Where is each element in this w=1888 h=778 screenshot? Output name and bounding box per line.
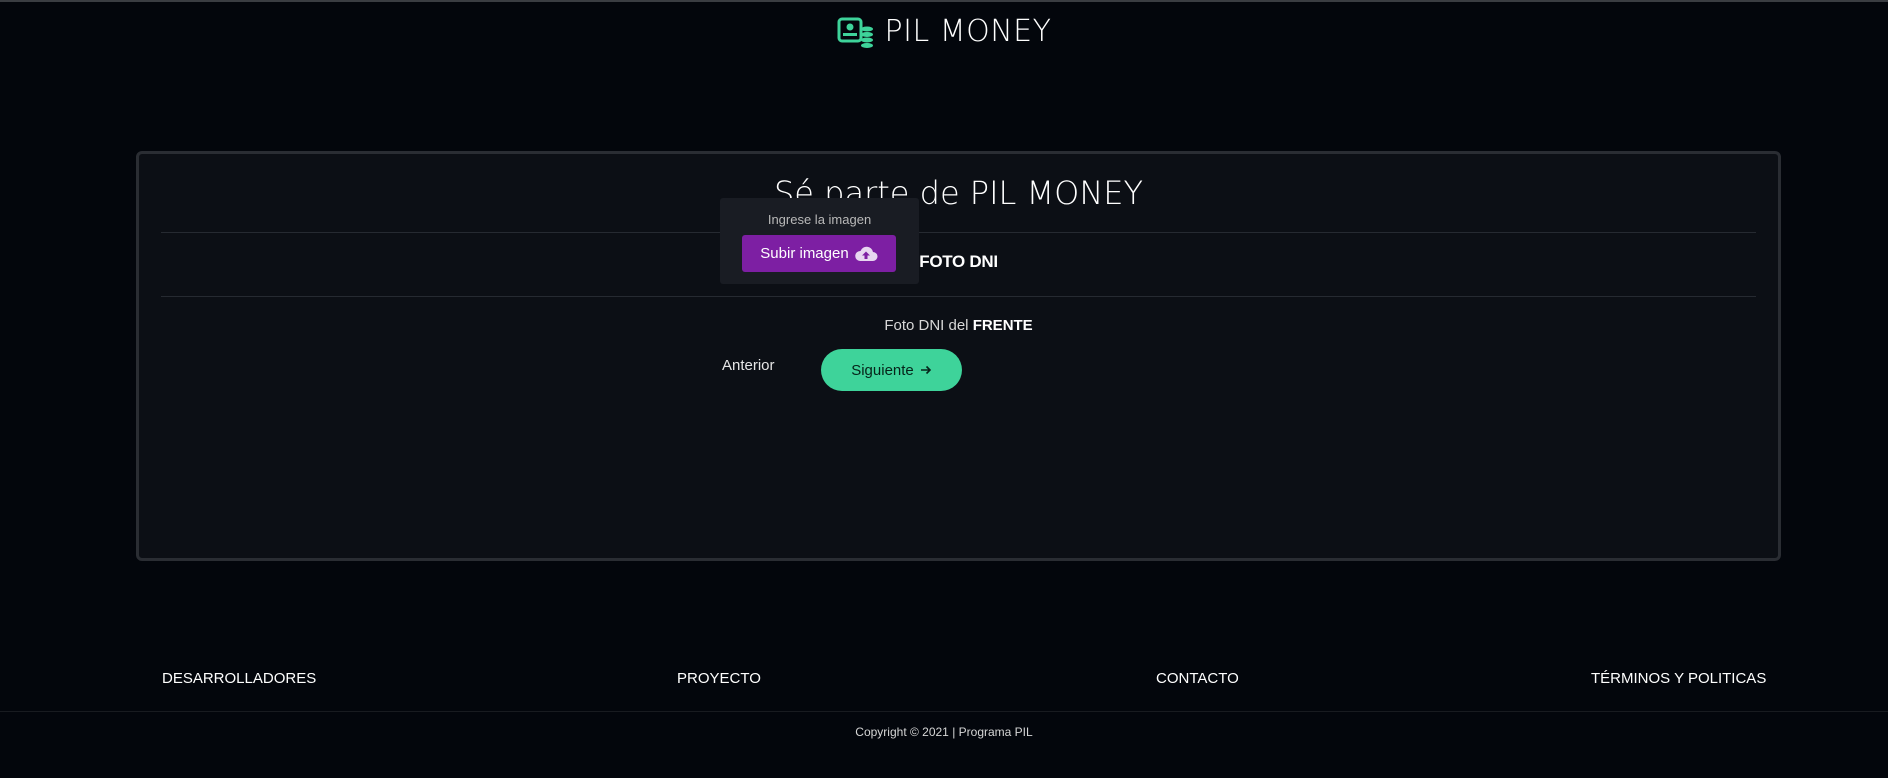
form-title: Sé parte de PIL MONEY: [773, 174, 1144, 212]
footer-divider: [0, 711, 1888, 712]
brand-name: PIL MONEY: [884, 14, 1052, 49]
footer-nav: DESARROLLADORES PROYECTO CONTACTO TÉRMIN…: [0, 670, 1888, 690]
cloud-upload-icon: [854, 246, 878, 261]
arrow-right-icon: [920, 365, 931, 375]
footer-link-developers[interactable]: DESARROLLADORES: [162, 670, 316, 687]
field-label: Foto DNI del FRENTE: [139, 317, 1778, 334]
title-divider: [161, 232, 1756, 233]
top-border: [0, 0, 1888, 2]
field-label-emphasis: FRENTE: [972, 317, 1033, 334]
copyright: Copyright © 2021 | Programa PIL: [855, 725, 1033, 739]
registration-card: Sé parte de PIL MONEY FOTO DNI Foto DNI …: [136, 151, 1781, 561]
previous-button[interactable]: Anterior: [722, 357, 775, 374]
footer-link-contact[interactable]: CONTACTO: [1156, 670, 1239, 687]
footer-link-project[interactable]: PROYECTO: [677, 670, 761, 687]
upload-button-label: Subir imagen: [760, 245, 849, 262]
money-stack-icon: [837, 17, 873, 48]
next-button[interactable]: Siguiente: [821, 349, 962, 391]
section-title: FOTO DNI: [919, 252, 998, 271]
footer-link-terms[interactable]: TÉRMINOS Y POLITICAS: [1591, 670, 1766, 687]
upload-image-button[interactable]: Subir imagen: [742, 235, 896, 272]
field-label-prefix: Foto DNI del: [884, 317, 969, 334]
brand-header[interactable]: PIL MONEY: [0, 14, 1888, 49]
next-button-label: Siguiente: [851, 361, 914, 379]
section-divider: [161, 296, 1756, 297]
upload-hint: Ingrese la imagen: [767, 212, 872, 227]
upload-box: Ingrese la imagen Subir imagen: [720, 198, 919, 284]
